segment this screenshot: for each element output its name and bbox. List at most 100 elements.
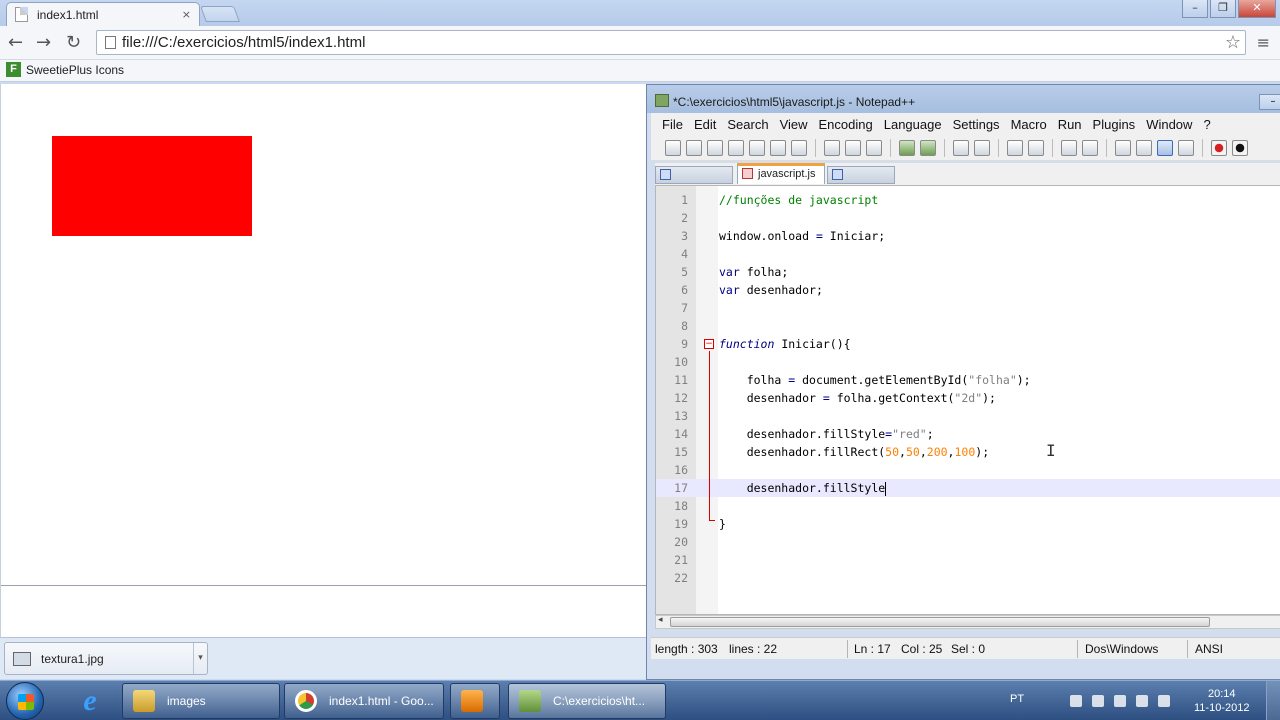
status-line-number: Ln : 17 [854, 642, 891, 656]
taskbar-item-images[interactable]: images [122, 683, 280, 719]
replace-icon[interactable] [974, 139, 990, 156]
internet-explorer-icon[interactable]: e [70, 685, 110, 717]
menu-run[interactable]: Run [1053, 117, 1088, 132]
macro-stop-icon[interactable] [1232, 139, 1248, 156]
taskbar-item-media[interactable] [450, 683, 500, 719]
menu-file[interactable]: File [657, 117, 689, 132]
open-file-icon[interactable] [686, 139, 702, 156]
code-editor[interactable]: 1//funções de javascript 2 3 window.onloa… [655, 185, 1280, 615]
menu-window[interactable]: Window [1141, 117, 1198, 132]
doc-map-icon[interactable] [1178, 139, 1194, 156]
menu-plugins[interactable]: Plugins [1088, 117, 1142, 132]
fold-guide [709, 351, 710, 521]
bookmark-item[interactable]: F SweetiePlus Icons [6, 62, 124, 77]
maximize-button[interactable]: ❐ [1210, 0, 1236, 18]
notepad-window: *C:\exercicios\html5\javascript.js - Not… [646, 84, 1280, 680]
zoom-out-icon[interactable] [1028, 139, 1044, 156]
new-file-icon[interactable] [665, 139, 681, 156]
paste-icon[interactable] [866, 139, 882, 156]
toolbar-separator [1106, 138, 1107, 157]
menu-search[interactable]: Search [722, 117, 774, 132]
redo-icon[interactable] [920, 139, 936, 156]
taskbar-item-notepad[interactable]: C:\exercicios\ht... [508, 683, 666, 719]
cut-icon[interactable] [824, 139, 840, 156]
page-viewport [0, 84, 649, 637]
copy-icon[interactable] [845, 139, 861, 156]
reload-icon[interactable]: ↻ [66, 32, 81, 53]
tray-icon[interactable] [1092, 695, 1104, 707]
address-url[interactable]: file:///C:/exercicios/html5/index1.html [122, 34, 365, 51]
browser-tab[interactable]: index1.html × [6, 2, 200, 26]
code-line: 5 var folha; [681, 265, 789, 279]
download-menu-chevron-icon[interactable]: ▾ [193, 643, 207, 674]
new-tab-button[interactable] [200, 6, 240, 22]
menu-view[interactable]: View [775, 117, 814, 132]
horizontal-scrollbar[interactable]: ◂ [655, 615, 1280, 629]
code-line: 1//funções de javascript [681, 193, 879, 207]
menu-settings[interactable]: Settings [948, 117, 1006, 132]
undo-icon[interactable] [899, 139, 915, 156]
back-arrow-icon[interactable]: ← [8, 32, 23, 53]
minimize-button[interactable]: – [1182, 0, 1208, 18]
scrollbar-thumb[interactable] [670, 617, 1210, 627]
show-all-chars-icon[interactable] [1136, 139, 1152, 156]
word-wrap-icon[interactable] [1115, 139, 1131, 156]
chrome-tabstrip: index1.html × – ❐ ✕ [0, 0, 1280, 26]
forward-arrow-icon[interactable]: → [36, 32, 51, 53]
code-line: 4 [681, 247, 688, 261]
start-button[interactable] [6, 682, 44, 720]
find-icon[interactable] [953, 139, 969, 156]
close-tab-icon[interactable]: × [182, 8, 191, 21]
zoom-in-icon[interactable] [1007, 139, 1023, 156]
tray-icon[interactable] [1070, 695, 1082, 707]
taskbar-item-chrome[interactable]: index1.html - Goo... [284, 683, 444, 719]
sync-scroll-h-icon[interactable] [1082, 139, 1098, 156]
fold-collapse-icon[interactable]: − [704, 339, 714, 349]
menu-language[interactable]: Language [879, 117, 948, 132]
wrench-menu-icon[interactable]: ≡ [1257, 33, 1270, 52]
code-line: 19} [674, 517, 726, 531]
save-icon[interactable] [707, 139, 723, 156]
print-icon[interactable] [791, 139, 807, 156]
text-caret [885, 481, 887, 496]
close-file-icon[interactable] [749, 139, 765, 156]
image-file-icon [13, 651, 31, 666]
scroll-left-arrow-icon[interactable]: ◂ [658, 615, 663, 625]
bookmark-star-icon[interactable]: ☆ [1225, 32, 1241, 53]
document-tab[interactable] [827, 166, 895, 184]
ibeam-cursor-icon: I [1046, 441, 1056, 460]
document-tab-active[interactable]: javascript.js [737, 163, 825, 184]
bookmark-icon: F [6, 62, 21, 77]
save-all-icon[interactable] [728, 139, 744, 156]
indent-guide-icon[interactable] [1157, 139, 1173, 156]
menu-encoding[interactable]: Encoding [814, 117, 879, 132]
volume-icon[interactable] [1158, 695, 1170, 707]
document-tab[interactable] [655, 166, 733, 184]
show-desktop-button[interactable] [1266, 681, 1280, 720]
browser-tab-title: index1.html [37, 7, 99, 22]
toolbar-separator [815, 138, 816, 157]
flag-icon[interactable] [1114, 695, 1126, 707]
menu-edit[interactable]: Edit [689, 117, 722, 132]
clock-time: 20:14 [1207, 688, 1236, 700]
status-selection: Sel : 0 [951, 642, 986, 656]
close-window-button[interactable]: ✕ [1238, 0, 1276, 18]
clock[interactable]: 20:14 11-10-2012 [1194, 687, 1249, 715]
download-shelf: textura1.jpg ▾ [0, 637, 648, 679]
notepad-statusbar: length : 303 lines : 22 Ln : 17 Col : 25… [651, 637, 1280, 659]
status-lines: lines : 22 [729, 642, 778, 656]
canvas [1, 84, 649, 586]
notepad-minimize-button[interactable]: – [1259, 94, 1280, 110]
macro-record-icon[interactable] [1211, 139, 1227, 156]
sync-scroll-v-icon[interactable] [1061, 139, 1077, 156]
close-all-icon[interactable] [770, 139, 786, 156]
code-line-current: 17 desenhador.fillStyle [656, 479, 1280, 497]
download-item[interactable]: textura1.jpg ▾ [4, 642, 208, 675]
modified-file-icon [742, 168, 753, 179]
code-line: 3 window.onload = Iniciar; [681, 229, 886, 243]
language-indicator[interactable]: PT [1010, 693, 1024, 705]
address-bar[interactable]: file:///C:/exercicios/html5/index1.html … [96, 30, 1246, 55]
menu-help[interactable]: ? [1198, 117, 1216, 132]
network-icon[interactable] [1136, 695, 1148, 707]
menu-macro[interactable]: Macro [1006, 117, 1053, 132]
